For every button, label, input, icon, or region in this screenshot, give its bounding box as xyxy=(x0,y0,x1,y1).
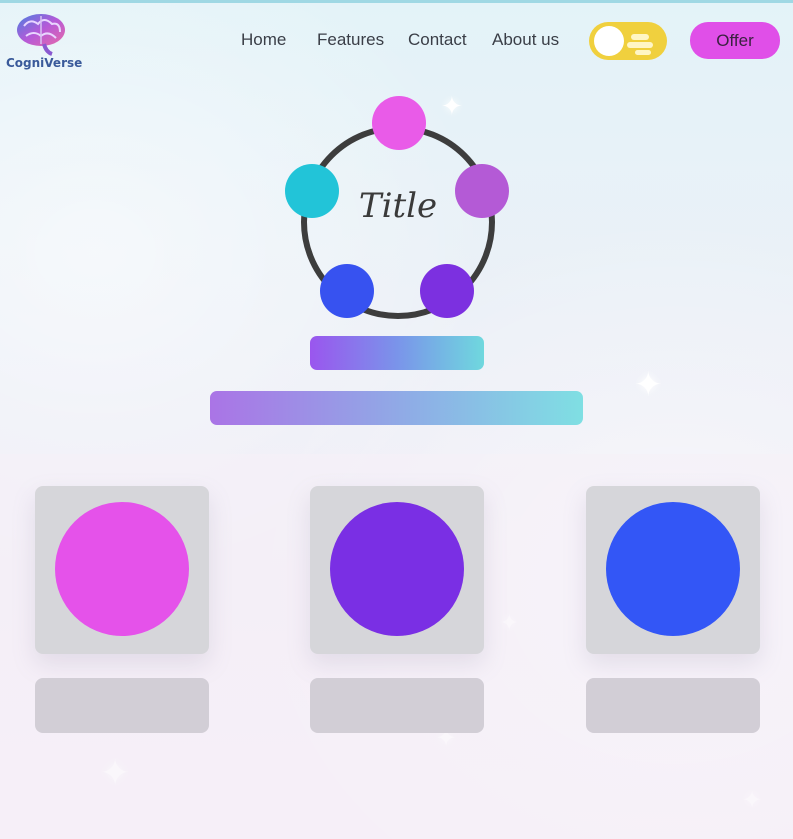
orbit-node xyxy=(320,264,374,318)
nav-contact[interactable]: Contact xyxy=(408,30,467,50)
orbit-node xyxy=(420,264,474,318)
brand-name: CogniVerse xyxy=(6,56,83,70)
top-border xyxy=(0,0,793,3)
hero-subtitle-placeholder xyxy=(310,336,484,370)
feature-image-circle xyxy=(330,502,464,636)
orbit-node xyxy=(455,164,509,218)
logo[interactable]: CogniVerse xyxy=(6,10,83,74)
hero-title: Title xyxy=(358,186,438,226)
feature-image-circle xyxy=(55,502,189,636)
feature-caption-placeholder xyxy=(310,678,484,733)
sparkle-icon: ✦ xyxy=(634,365,663,405)
feature-card[interactable] xyxy=(586,486,760,654)
feature-caption-placeholder xyxy=(586,678,760,733)
offer-button[interactable]: Offer xyxy=(690,22,780,59)
feature-card[interactable] xyxy=(35,486,209,654)
theme-toggle[interactable] xyxy=(589,22,667,60)
sun-icon xyxy=(594,26,624,56)
hero-description-placeholder xyxy=(210,391,583,425)
orbit-node xyxy=(372,96,426,150)
brain-icon xyxy=(17,14,65,56)
nav-features[interactable]: Features xyxy=(317,30,384,50)
feature-caption-placeholder xyxy=(35,678,209,733)
feature-image-circle xyxy=(606,502,740,636)
feature-card[interactable] xyxy=(310,486,484,654)
nav-home[interactable]: Home xyxy=(241,30,286,50)
nav-about-us[interactable]: About us xyxy=(492,30,559,50)
orbit-node xyxy=(285,164,339,218)
